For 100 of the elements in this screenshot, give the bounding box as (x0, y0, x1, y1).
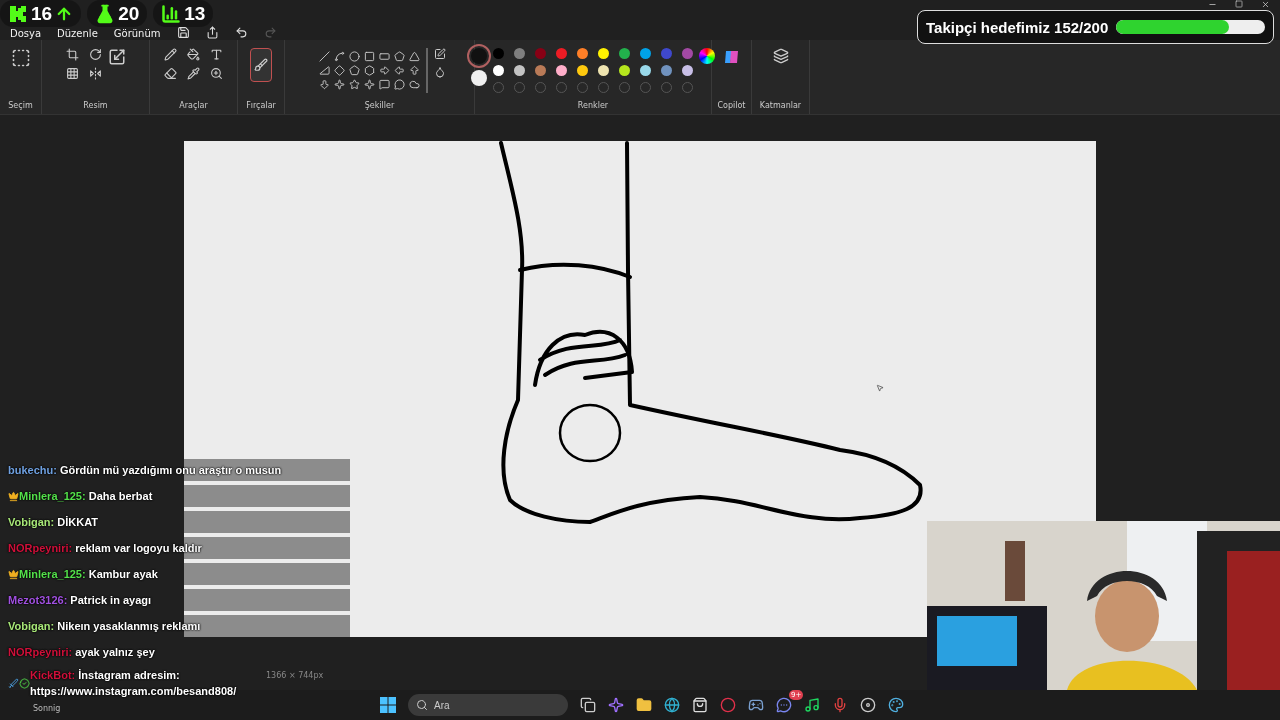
stat-value: 20 (118, 2, 140, 25)
outline-icon[interactable] (433, 48, 446, 60)
text-icon[interactable] (210, 48, 223, 61)
color-swatch[interactable] (619, 65, 630, 76)
layers-icon[interactable] (772, 48, 789, 64)
chat-message: NORpeyniri: ayak yalnız şey (8, 645, 155, 660)
color-swatch[interactable] (682, 48, 693, 59)
color-swatch[interactable] (640, 48, 651, 59)
gamepad-icon[interactable] (748, 697, 764, 713)
rectangle-icon[interactable] (363, 51, 376, 62)
ring-icon[interactable] (720, 697, 736, 713)
color-swatch[interactable] (661, 65, 672, 76)
up-arrow-icon[interactable] (408, 65, 421, 76)
group-label: Araçlar (179, 101, 208, 112)
copilot-icon[interactable] (722, 48, 741, 66)
music-icon[interactable] (804, 697, 820, 713)
color-swatch[interactable] (682, 65, 693, 76)
chat-message: KickBot: İnstagram adresim: https://www.instagram.com/besand808/ (30, 668, 238, 699)
color-swatch[interactable] (619, 48, 630, 59)
windows-logo-icon[interactable] (380, 697, 396, 713)
stat-value: 13 (184, 2, 206, 25)
color-swatch[interactable] (661, 48, 672, 59)
right-triangle-icon[interactable] (318, 65, 331, 76)
chat-app-icon[interactable] (776, 697, 792, 713)
oval-callout-icon[interactable] (393, 79, 406, 90)
color-swatch[interactable] (577, 48, 588, 59)
folder-icon[interactable] (636, 697, 652, 713)
group-label: Katmanlar (759, 101, 802, 112)
color-swatch[interactable] (493, 48, 504, 59)
four-point-star-icon[interactable] (333, 79, 346, 90)
recorder-icon[interactable] (860, 697, 876, 713)
menu-item[interactable]: Görünüm (107, 28, 167, 39)
color-swatch[interactable] (598, 65, 609, 76)
cloud-callout-icon[interactable] (408, 79, 421, 90)
down-arrow-icon[interactable] (318, 79, 331, 90)
kick-logo-icon (8, 3, 28, 24)
right-arrow-icon[interactable] (378, 65, 391, 76)
group-label: Seçim (8, 101, 33, 112)
color-swatch[interactable] (535, 48, 546, 59)
active-color[interactable] (471, 70, 487, 86)
pipette-icon[interactable] (187, 67, 200, 80)
menu-item[interactable]: Dosya (4, 28, 48, 39)
crop-icon[interactable] (65, 48, 79, 61)
sword-icon (8, 677, 19, 689)
triangle-icon[interactable] (408, 51, 421, 62)
browser-icon[interactable] (664, 697, 680, 713)
menu-item[interactable]: Düzenle (51, 28, 104, 39)
rounded-rectangle-icon[interactable] (378, 51, 391, 62)
color-swatch[interactable] (556, 65, 567, 76)
brush-icon (254, 58, 268, 72)
group-label: Fırçalar (246, 101, 276, 112)
group-label: Resim (83, 101, 108, 112)
left-arrow-icon[interactable] (393, 65, 406, 76)
star-icon[interactable] (348, 79, 361, 90)
pencil-icon[interactable] (164, 48, 177, 61)
speech-bubble-icon[interactable] (378, 79, 391, 90)
chat-message: Mezot3126: Patrick in ayagı (8, 593, 152, 608)
color-swatch[interactable] (577, 65, 588, 76)
search-field[interactable]: Ara (408, 694, 568, 716)
color-swatch[interactable] (598, 48, 609, 59)
group-label: Renkler (577, 101, 609, 112)
flip-icon[interactable] (88, 67, 102, 80)
brush-button[interactable] (250, 48, 272, 82)
mixer-icon[interactable] (832, 697, 848, 713)
selection-icon[interactable] (10, 48, 31, 68)
color-swatch[interactable] (514, 48, 525, 59)
verified-icon (19, 677, 30, 689)
goal-label: Takipçi hedefimiz 152/200 (926, 18, 1109, 36)
active-color[interactable] (471, 48, 487, 64)
pentagon-icon[interactable] (348, 65, 361, 76)
maximize-icon[interactable] (1235, 0, 1243, 9)
paint-bucket-icon[interactable] (187, 48, 200, 61)
paint-icon[interactable] (888, 697, 904, 713)
stat-value: 16 (31, 2, 53, 25)
grid-icon[interactable] (65, 67, 79, 80)
search-icon (416, 699, 428, 711)
fill-icon[interactable] (433, 66, 446, 78)
color-swatch[interactable] (556, 48, 567, 59)
copilot-icon[interactable] (608, 697, 624, 713)
hexagon-icon[interactable] (363, 65, 376, 76)
line-icon[interactable] (318, 51, 331, 62)
color-swatch[interactable] (640, 65, 651, 76)
task-view-icon[interactable] (580, 697, 596, 713)
color-swatch[interactable] (514, 65, 525, 76)
close-icon[interactable] (1261, 0, 1270, 9)
oval-icon[interactable] (348, 51, 361, 62)
store-icon[interactable] (692, 697, 708, 713)
curve-icon[interactable] (333, 51, 346, 62)
eraser-icon[interactable] (164, 67, 177, 80)
chat-message: Vobigan: Nikeın yasaklanmış reklamı (8, 619, 201, 634)
weather-text: Sonnig (33, 704, 61, 713)
zoom-icon[interactable] (210, 67, 223, 80)
rotate-icon[interactable] (88, 48, 102, 61)
resize-icon[interactable] (107, 48, 126, 66)
group-label: Şekiller (364, 101, 395, 112)
diamond-icon[interactable] (333, 65, 346, 76)
chat-message: Vobigan: DİKKAT (8, 515, 99, 530)
color-swatch[interactable] (493, 65, 504, 76)
color-wheel[interactable] (699, 48, 715, 64)
color-swatch[interactable] (535, 65, 546, 76)
